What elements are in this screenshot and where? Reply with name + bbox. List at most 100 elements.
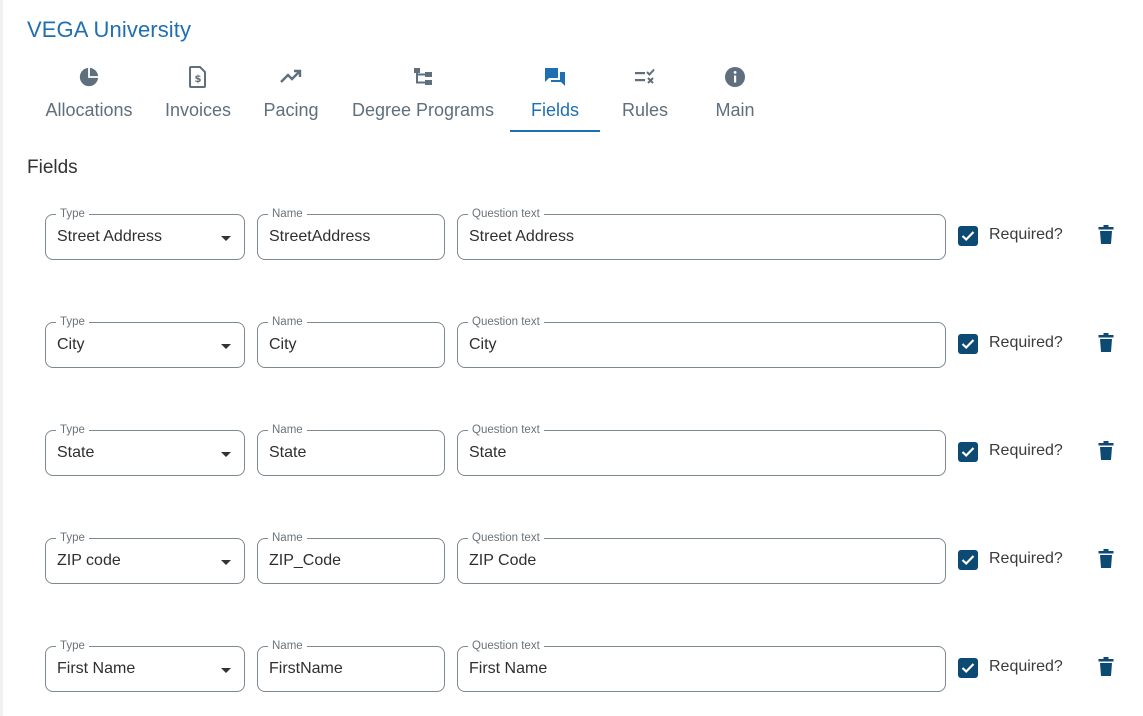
type-label: Type [56, 531, 89, 545]
name-label: Name [268, 423, 307, 437]
type-select[interactable]: Type First Name [45, 639, 245, 692]
checkmark-icon [961, 447, 975, 458]
field-row: Type ZIP code Name ZIP_Code Question tex… [45, 531, 1125, 588]
pie-chart-icon [78, 64, 100, 90]
required-checkbox[interactable] [958, 550, 978, 570]
checkmark-icon [961, 555, 975, 566]
type-select[interactable]: Type ZIP code [45, 531, 245, 584]
trash-icon[interactable] [1098, 225, 1114, 250]
tab-pacing[interactable]: Pacing [258, 60, 324, 130]
field-row: Type City Name City Question text City R… [45, 315, 1125, 372]
required-label: Required? [989, 334, 1063, 351]
trash-icon[interactable] [1098, 441, 1114, 466]
type-select[interactable]: Type Street Address [45, 207, 245, 260]
name-input[interactable]: Name State [257, 423, 445, 476]
field-row: Type State Name State Question text Stat… [45, 423, 1125, 480]
required-label: Required? [989, 658, 1063, 675]
required-checkbox[interactable] [958, 442, 978, 462]
type-label: Type [56, 639, 89, 653]
name-input[interactable]: Name FirstName [257, 639, 445, 692]
name-input[interactable]: Name StreetAddress [257, 207, 445, 260]
name-value: ZIP_Code [269, 552, 342, 569]
tab-label: Rules [621, 100, 669, 120]
dropdown-caret-icon [221, 236, 231, 241]
checkmark-icon [961, 663, 975, 674]
required-checkbox[interactable] [958, 226, 978, 246]
checkmark-icon [961, 339, 975, 350]
question-text-label: Question text [468, 423, 544, 437]
question-text-input[interactable]: Question text Street Address [457, 207, 946, 260]
trending-up-icon [280, 64, 302, 90]
name-value: State [269, 444, 307, 461]
question-text-input[interactable]: Question text First Name [457, 639, 946, 692]
tab-degree-programs[interactable]: Degree Programs [347, 60, 499, 130]
type-select[interactable]: Type State [45, 423, 245, 476]
dropdown-caret-icon [221, 560, 231, 565]
info-icon [724, 64, 746, 90]
tab-rules[interactable]: Rules [614, 60, 676, 130]
trash-icon[interactable] [1098, 657, 1114, 682]
name-label: Name [268, 639, 307, 653]
name-label: Name [268, 315, 307, 329]
question-text-value: State [469, 444, 507, 461]
dropdown-caret-icon [221, 344, 231, 349]
question-text-input[interactable]: Question text City [457, 315, 946, 368]
type-value: First Name [57, 660, 136, 677]
trash-icon[interactable] [1098, 333, 1114, 358]
tab-fields[interactable]: Fields [510, 60, 600, 132]
section-title: Fields [27, 157, 78, 178]
invoice-dollar-icon: $ [188, 64, 208, 90]
question-text-input[interactable]: Question text State [457, 423, 946, 476]
tab-label: Degree Programs [351, 100, 495, 120]
name-input[interactable]: Name ZIP_Code [257, 531, 445, 584]
type-value: Street Address [57, 228, 162, 245]
chat-bubbles-icon [543, 64, 567, 90]
hierarchy-icon [413, 64, 433, 90]
app-title: VEGA University [27, 17, 192, 42]
question-text-label: Question text [468, 207, 544, 221]
type-label: Type [56, 315, 89, 329]
tab-label: Allocations [45, 100, 133, 120]
name-value: City [269, 336, 297, 353]
tab-label: Pacing [263, 100, 319, 120]
checkmark-icon [961, 231, 975, 242]
tab-label: Fields [530, 100, 579, 120]
tab-main[interactable]: Main [706, 60, 764, 130]
type-value: State [57, 444, 95, 461]
required-checkbox[interactable] [958, 658, 978, 678]
required-checkbox[interactable] [958, 334, 978, 354]
question-text-value: ZIP Code [469, 552, 537, 569]
question-text-input[interactable]: Question text ZIP Code [457, 531, 946, 584]
dropdown-caret-icon [221, 452, 231, 457]
tab-label: Invoices [164, 100, 232, 120]
name-value: StreetAddress [269, 228, 371, 245]
type-label: Type [56, 423, 89, 437]
tab-invoices[interactable]: $ Invoices [160, 60, 236, 130]
name-label: Name [268, 207, 307, 221]
name-input[interactable]: Name City [257, 315, 445, 368]
type-value: ZIP code [57, 552, 121, 569]
required-label: Required? [989, 550, 1063, 567]
tab-allocations[interactable]: Allocations [38, 60, 140, 130]
question-text-label: Question text [468, 315, 544, 329]
rule-check-icon [634, 64, 656, 90]
trash-icon[interactable] [1098, 549, 1114, 574]
name-label: Name [268, 531, 307, 545]
tab-label: Main [715, 100, 755, 120]
svg-text:$: $ [195, 74, 202, 85]
dropdown-caret-icon [221, 668, 231, 673]
name-value: FirstName [269, 660, 343, 677]
question-text-value: City [469, 336, 497, 353]
field-row: Type Street Address Name StreetAddress Q… [45, 207, 1125, 264]
question-text-value: Street Address [469, 228, 574, 245]
question-text-label: Question text [468, 531, 544, 545]
tab-bar: Allocations $ Invoices Pacing Degree Pro… [0, 60, 800, 132]
type-value: City [57, 336, 85, 353]
type-label: Type [56, 207, 89, 221]
question-text-value: First Name [469, 660, 548, 677]
question-text-label: Question text [468, 639, 544, 653]
required-label: Required? [989, 226, 1063, 243]
type-select[interactable]: Type City [45, 315, 245, 368]
field-row: Type First Name Name FirstName Question … [45, 639, 1125, 696]
required-label: Required? [989, 442, 1063, 459]
